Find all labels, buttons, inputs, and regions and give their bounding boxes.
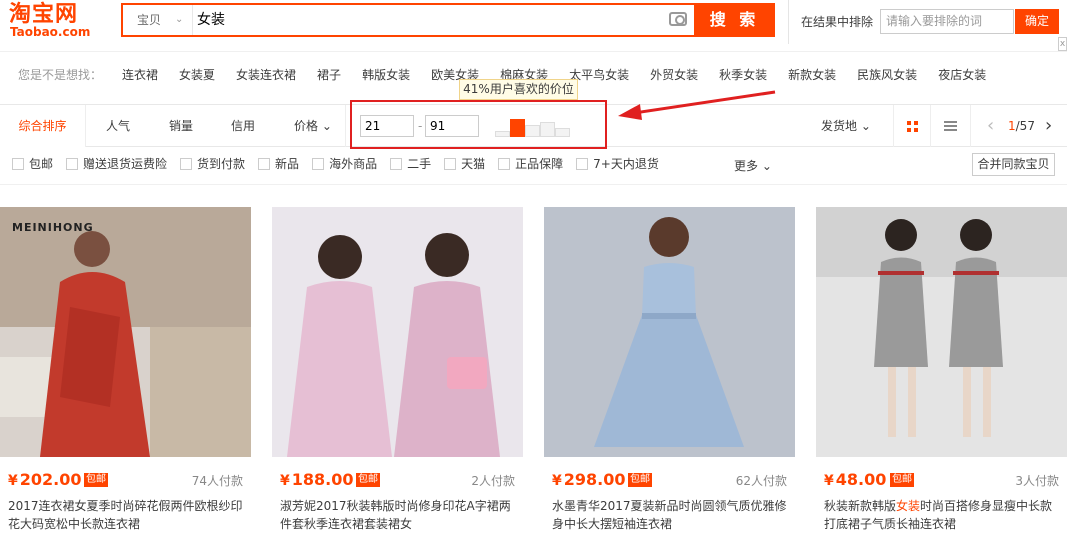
close-icon[interactable]: x (1058, 37, 1067, 51)
free-shipping-badge: 包邮 (84, 473, 108, 487)
checkbox[interactable] (180, 157, 193, 170)
free-shipping-badge: 包邮 (628, 473, 652, 487)
filter-genuine[interactable]: 正品保障 (498, 155, 563, 172)
checkbox[interactable] (66, 157, 79, 170)
chevron-down-icon: ⌄ (175, 14, 184, 25)
checkbox[interactable] (498, 157, 511, 170)
filter-secondhand[interactable]: 二手 (390, 155, 431, 172)
free-shipping-badge: 包邮 (356, 473, 380, 487)
annotation-highlight-box (350, 100, 607, 149)
product-price: ¥202.00 (8, 470, 82, 489)
suggest-item[interactable]: 韩版女装 (362, 66, 410, 83)
suggest-item[interactable]: 女装连衣裙 (236, 66, 296, 83)
filter-bar: 包邮 赠送退货运费险 货到付款 新品 海外商品 二手 天猫 正品保障 7+天内退… (12, 155, 672, 172)
prev-page-icon[interactable]: ‹ (987, 105, 994, 147)
sort-tab-price[interactable]: 价格 ⌄ (294, 105, 332, 147)
sort-tab-sales[interactable]: 销量 (169, 105, 193, 147)
suggest-item[interactable]: 秋季女装 (719, 66, 767, 83)
suggest-label: 您是不是想找： (18, 68, 103, 82)
divider (0, 51, 1067, 52)
list-view-button[interactable] (931, 105, 971, 147)
product-price: ¥48.00 (824, 470, 887, 489)
sold-count: 3人付款 (1015, 474, 1059, 488)
sold-count: 2人付款 (471, 474, 515, 488)
filter-new[interactable]: 新品 (258, 155, 299, 172)
product-title[interactable]: 秋装新款韩版女装时尚百搭修身显瘦中长款打底裙子气质长袖连衣裙 (824, 497, 1064, 533)
merge-same-button[interactable]: 合并同款宝贝 (972, 153, 1055, 176)
checkbox[interactable] (12, 157, 24, 170)
suggest-item[interactable]: 外贸女装 (650, 66, 698, 83)
product-image[interactable]: MEINIHONG (0, 207, 251, 457)
sort-tab-popularity[interactable]: 人气 (106, 105, 130, 147)
suggest-item[interactable]: 太平鸟女装 (569, 66, 629, 83)
price-tooltip: 41%用户喜欢的价位 (459, 79, 578, 100)
filter-tmall[interactable]: 天猫 (444, 155, 485, 172)
product-price: ¥188.00 (280, 470, 354, 489)
product-title[interactable]: 淑芳妮2017秋装韩版时尚修身印花A字裙两件套秋季连衣裙套装裙女 (280, 497, 520, 533)
search-input[interactable]: 女装 (197, 5, 667, 35)
exclude-input[interactable]: 请输入要排除的词 (880, 9, 1014, 34)
suggest-item[interactable]: 夜店女装 (938, 66, 986, 83)
filter-return-insurance[interactable]: 赠送退货运费险 (66, 155, 167, 172)
pager-total: /57 (1015, 119, 1035, 133)
exclude-label: 在结果中排除 (801, 15, 874, 29)
divider (788, 0, 789, 44)
sold-count: 62人付款 (735, 474, 787, 488)
ship-from-dropdown[interactable]: 发货地 ⌄ (821, 105, 871, 147)
filter-free-shipping[interactable]: 包邮 (12, 155, 53, 172)
free-shipping-badge: 包邮 (890, 473, 914, 487)
checkbox[interactable] (258, 157, 271, 170)
filter-cod[interactable]: 货到付款 (180, 155, 245, 172)
search-box: 宝贝 ⌄ 女装 (121, 3, 696, 37)
checkbox[interactable] (576, 157, 589, 170)
suggest-item[interactable]: 新款女装 (788, 66, 836, 83)
next-page-icon[interactable]: › (1045, 105, 1052, 147)
list-icon (944, 121, 957, 131)
product-title[interactable]: 2017连衣裙女夏季时尚碎花假两件欧根纱印花大码宽松中长款连衣裙 (8, 497, 248, 533)
brand-watermark: MEINIHONG (12, 221, 94, 234)
divider (0, 184, 1067, 185)
suggest-item[interactable]: 女装夏 (179, 66, 215, 83)
product-price: ¥298.00 (552, 470, 626, 489)
sort-tab-default[interactable]: 综合排序 (0, 105, 86, 147)
product-title[interactable]: 水墨青华2017夏装新品时尚圆领气质优雅修身中长大摆短袖连衣裙 (552, 497, 792, 533)
product-image[interactable] (272, 207, 523, 457)
sort-tab-credit[interactable]: 信用 (231, 105, 255, 147)
more-filters-button[interactable]: 更多 ⌄ (734, 157, 772, 174)
sold-count: 74人付款 (191, 474, 243, 488)
suggest-item[interactable]: 裙子 (317, 66, 341, 83)
grid-view-button[interactable] (893, 105, 931, 147)
confirm-button[interactable]: 确定 (1015, 9, 1059, 34)
product-image[interactable] (816, 207, 1067, 457)
search-button[interactable]: 搜 索 (694, 3, 775, 37)
checkbox[interactable] (444, 157, 457, 170)
divider (345, 105, 346, 147)
checkbox[interactable] (390, 157, 403, 170)
suggest-item[interactable]: 民族风女装 (857, 66, 917, 83)
pager: ‹ 1/57 › (985, 105, 1065, 147)
taobao-logo-en[interactable]: Taobao.com (10, 25, 90, 39)
filter-7day-return[interactable]: 7+天内退货 (576, 155, 659, 172)
grid-icon (907, 121, 918, 132)
suggest-item[interactable]: 连衣裙 (122, 66, 158, 83)
product-image[interactable] (544, 207, 795, 457)
camera-icon[interactable] (669, 12, 687, 26)
checkbox[interactable] (312, 157, 325, 170)
filter-overseas[interactable]: 海外商品 (312, 155, 377, 172)
annotation-arrow (618, 90, 776, 120)
taobao-logo[interactable]: 淘宝网 (9, 2, 78, 26)
pager-current: 1 (1008, 119, 1016, 133)
